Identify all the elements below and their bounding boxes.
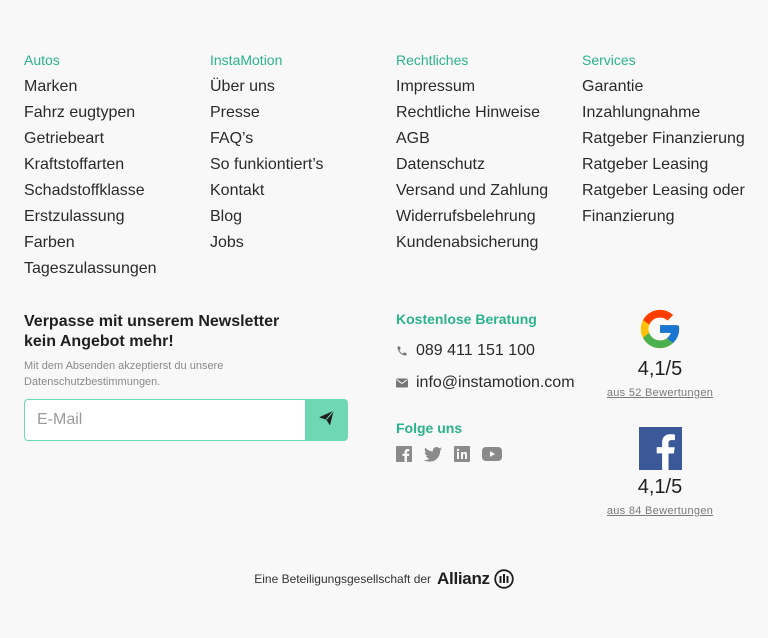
follow-title: Folge uns <box>396 420 463 436</box>
link-blog[interactable]: Blog <box>210 204 390 230</box>
rating-score: 4,1/5 <box>637 476 683 498</box>
send-icon <box>318 410 335 431</box>
newsletter-section: Verpasse mit unserem Newsletter kein Ang… <box>24 312 354 441</box>
facebook-icon[interactable] <box>396 446 412 462</box>
social-icons <box>396 446 596 462</box>
link-faq[interactable]: FAQ’s <box>210 126 390 152</box>
link-rechtliche-hinweise[interactable]: Rechtliche Hinweise <box>396 100 576 126</box>
link-garantie[interactable]: Garantie <box>582 74 762 100</box>
footer-column-autos: Autos Marken Fahrz eugtypen Getriebeart … <box>24 52 204 282</box>
allianz-logo-icon <box>494 569 514 589</box>
link-tageszulassungen[interactable]: Tageszulassungen <box>24 256 204 282</box>
email-address: info@instamotion.com <box>416 374 575 391</box>
youtube-icon[interactable] <box>482 446 502 462</box>
newsletter-form <box>24 399 348 441</box>
newsletter-subtitle: Mit dem Absenden akzeptierst du unsere D… <box>24 360 224 388</box>
link-kundenabsicherung[interactable]: Kundenabsicherung <box>396 230 576 256</box>
rating-count-link[interactable]: aus 84 Bewertungen <box>600 505 720 517</box>
rating-score: 4,1/5 <box>637 358 683 380</box>
link-ueber-uns[interactable]: Über uns <box>210 74 390 100</box>
footer-text: Eine Beteiligungsgesellschaft der <box>254 572 432 586</box>
link-marken[interactable]: Marken <box>24 74 204 100</box>
allianz-brand: Allianz <box>437 569 490 588</box>
link-ratgeber-finanzierung[interactable]: Ratgeber Finanzierung <box>582 126 762 152</box>
column-title: InstaMotion <box>210 52 283 68</box>
google-rating: 4,1/5 aus 52 Bewertungen <box>600 306 720 399</box>
mail-icon <box>396 378 416 388</box>
newsletter-title: Verpasse mit unserem Newsletter kein Ang… <box>24 313 280 350</box>
link-ratgeber-leasing-oder-finanzierung[interactable]: Ratgeber Leasing oder Finanzierung <box>582 178 762 230</box>
link-datenschutz[interactable]: Datenschutz <box>396 152 576 178</box>
linkedin-icon[interactable] <box>454 446 470 462</box>
link-erstzulassung[interactable]: Erstzulassung <box>24 204 204 230</box>
social-section: Folge uns <box>396 420 596 462</box>
footer-column-services: Services Garantie Inzahlungnahme Ratgebe… <box>582 52 762 230</box>
link-farben[interactable]: Farben <box>24 230 204 256</box>
column-title: Rechtliches <box>396 52 469 68</box>
link-presse[interactable]: Presse <box>210 100 390 126</box>
link-impressum[interactable]: Impressum <box>396 74 576 100</box>
footer-note: Eine Beteiligungsgesellschaft der Allian… <box>0 569 768 589</box>
twitter-icon[interactable] <box>424 446 442 462</box>
link-fahrzeugtypen[interactable]: Fahrz eugtypen <box>24 100 204 126</box>
email-link[interactable]: info@instamotion.com <box>396 367 596 399</box>
link-schadstoffklasse[interactable]: Schadstoffklasse <box>24 178 204 204</box>
facebook-icon <box>600 427 720 470</box>
link-kontakt[interactable]: Kontakt <box>210 178 390 204</box>
email-input[interactable] <box>24 399 305 441</box>
column-title: Services <box>582 52 636 68</box>
phone-link[interactable]: 089 411 151 100 <box>396 335 596 367</box>
google-icon <box>600 306 720 352</box>
link-versand-und-zahlung[interactable]: Versand und Zahlung <box>396 178 576 204</box>
link-kraftstoffarten[interactable]: Kraftstoffarten <box>24 152 204 178</box>
newsletter-submit-button[interactable] <box>305 399 348 441</box>
phone-number: 089 411 151 100 <box>416 342 535 359</box>
contact-section: Kostenlose Beratung 089 411 151 100 info… <box>396 311 596 399</box>
facebook-rating: 4,1/5 aus 84 Bewertungen <box>600 427 720 517</box>
phone-icon <box>396 345 416 357</box>
link-ratgeber-leasing[interactable]: Ratgeber Leasing <box>582 152 762 178</box>
column-title: Autos <box>24 52 60 68</box>
link-widerrufsbelehrung[interactable]: Widerrufsbelehrung <box>396 204 576 230</box>
footer-column-instamotion: InstaMotion Über uns Presse FAQ’s So fun… <box>210 52 390 256</box>
footer-column-rechtliches: Rechtliches Impressum Rechtliche Hinweis… <box>396 52 576 256</box>
link-inzahlungnahme[interactable]: Inzahlungnahme <box>582 100 762 126</box>
rating-count-link[interactable]: aus 52 Bewertungen <box>600 387 720 399</box>
link-so-funktionierts[interactable]: So funkiontiert’s <box>210 152 390 178</box>
link-getriebeart[interactable]: Getriebeart <box>24 126 204 152</box>
contact-title: Kostenlose Beratung <box>396 311 537 327</box>
link-agb[interactable]: AGB <box>396 126 576 152</box>
link-jobs[interactable]: Jobs <box>210 230 390 256</box>
